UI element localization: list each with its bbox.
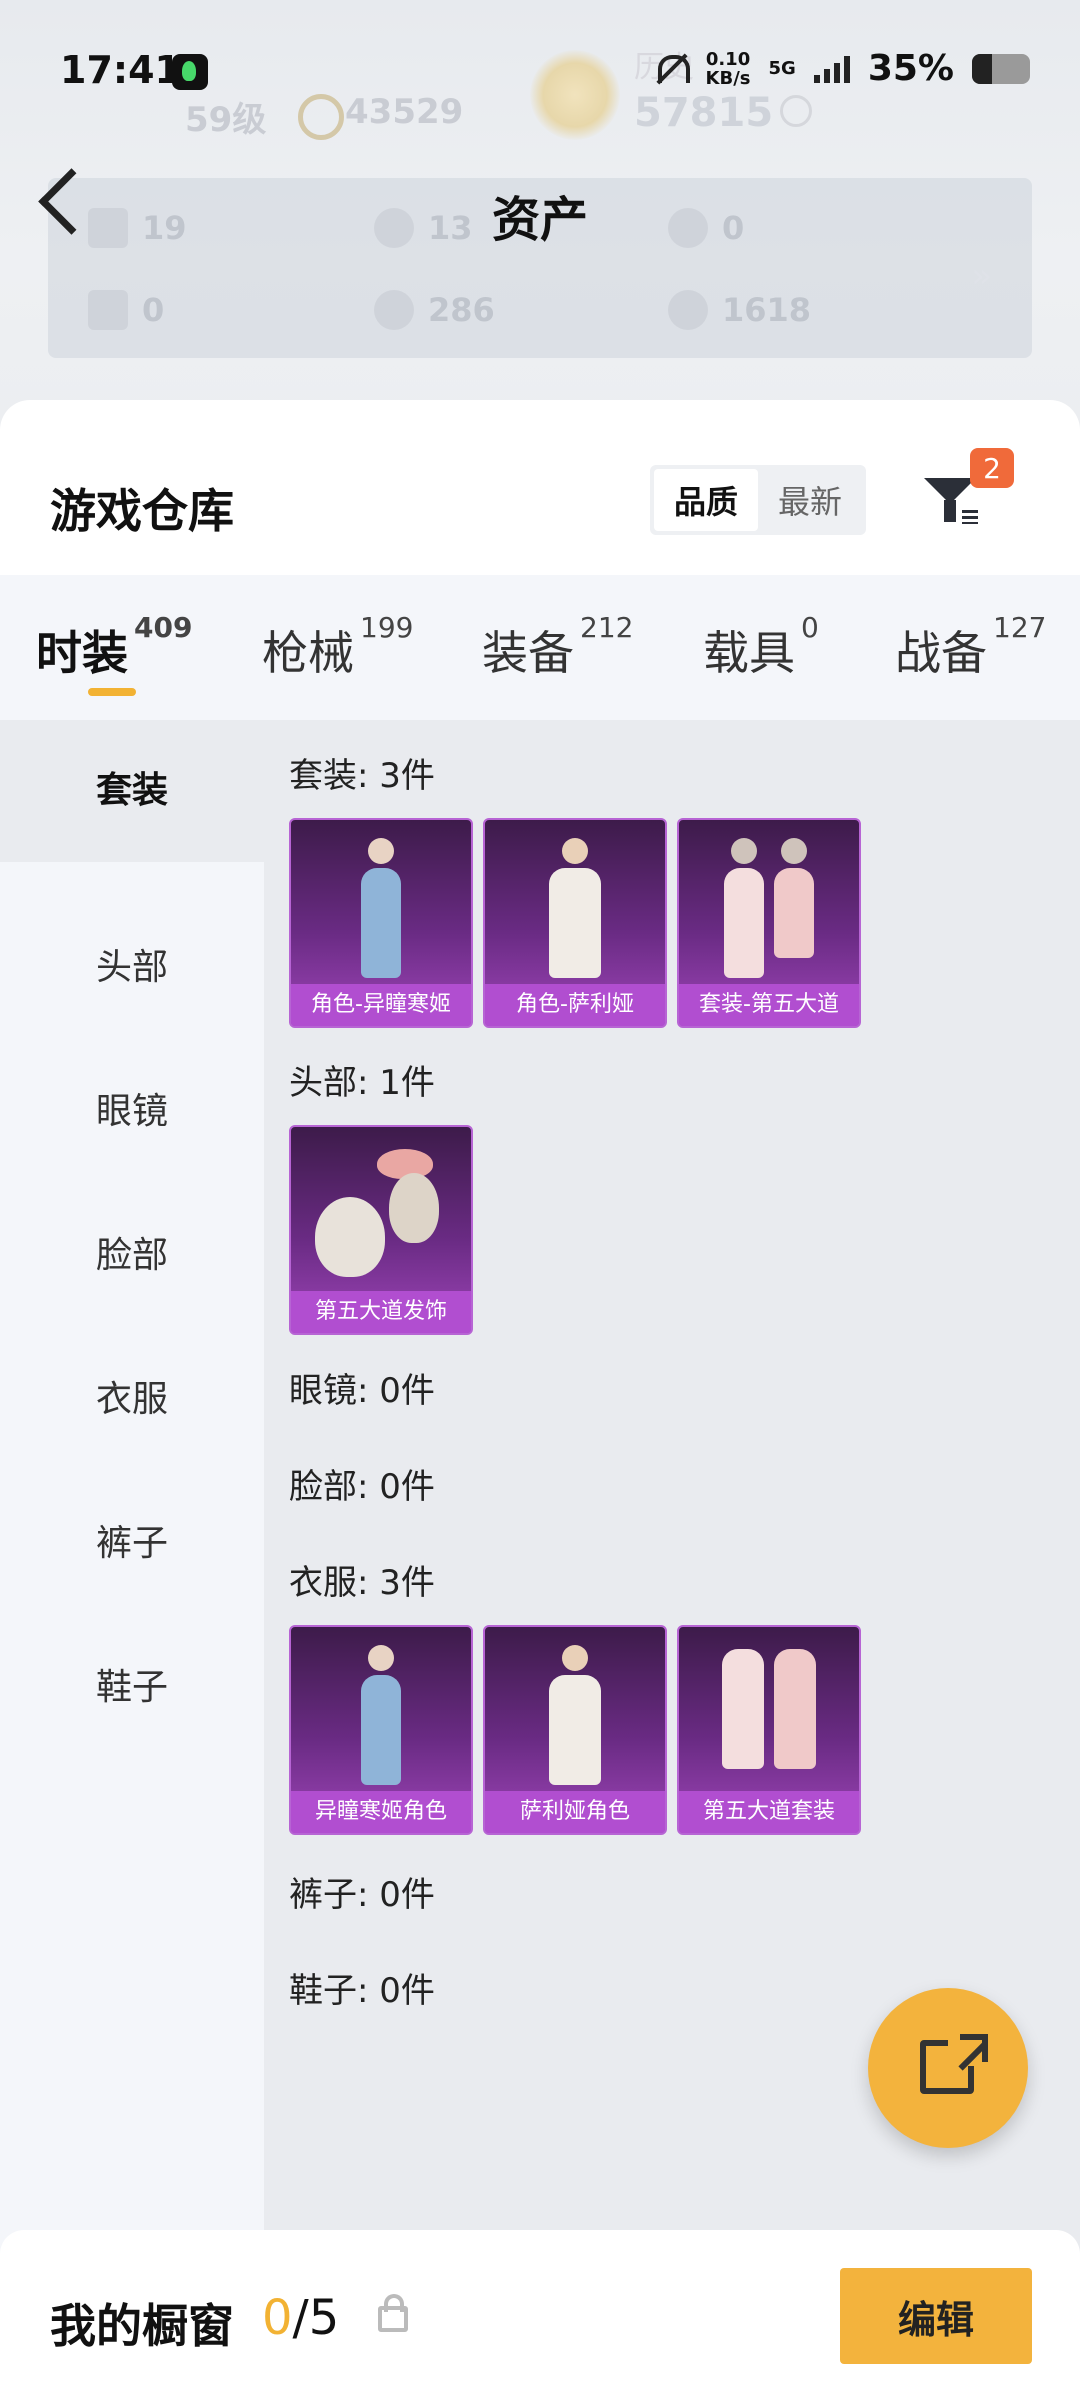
bronze-coin-icon [668, 290, 708, 330]
signal-icon [813, 55, 850, 83]
item-card-label: 第五大道套装 [679, 1791, 859, 1833]
showcase-bar: 我的橱窗 0/5 编辑 [0, 2230, 1080, 2400]
asset-value: 0 [142, 291, 165, 329]
asset-item: 1618 [668, 290, 811, 330]
status-bar: 17:41 0.10 KB/s 5G 35% [0, 40, 1080, 110]
character-figure-icon [549, 1645, 601, 1785]
category-tabs: 时装 409 枪械 199 装备 212 载具 0 战备 127 [0, 575, 1080, 720]
item-card-label: 第五大道发饰 [291, 1291, 471, 1333]
battery-fill [972, 53, 993, 84]
sort-toggle: 品质 最新 [650, 465, 866, 535]
app-notification-icon [172, 54, 208, 90]
category-sidebar: 套装 头部 眼镜 脸部 衣服 裤子 鞋子 [0, 720, 264, 2270]
tab-label: 战备 [895, 626, 987, 680]
active-tab-indicator [88, 688, 136, 696]
network-speed-value: 0.10 [705, 48, 751, 70]
page-title: 资产 [491, 192, 588, 248]
item-card-label: 角色-萨利娅 [485, 984, 665, 1026]
silver-coin-icon [374, 290, 414, 330]
top-header: 59级 43529 历史 57815 17:41 0.10 KB/s 5G 35… [0, 0, 1080, 430]
hair-icon [315, 1197, 385, 1277]
showcase-total: /5 [292, 2290, 340, 2346]
asset-value: 1618 [722, 291, 812, 329]
character-figure-icon [361, 1645, 401, 1785]
tab-vehicles[interactable]: 载具 0 [703, 611, 819, 683]
item-card-label: 萨利娅角色 [485, 1791, 665, 1833]
tab-label: 装备 [482, 626, 574, 680]
asset-item: 0 [88, 290, 164, 330]
share-arrow-head [960, 2034, 988, 2062]
tab-count: 0 [801, 611, 819, 644]
network-type: 5G [768, 57, 796, 79]
outfit-set-icon [722, 1645, 816, 1769]
battery-icon [972, 53, 1030, 84]
sidebar-item-head[interactable]: 头部 [0, 938, 264, 990]
tab-count: 212 [580, 611, 634, 644]
sort-option-newest[interactable]: 最新 [758, 469, 862, 531]
outfit-set-icon [724, 838, 814, 978]
tab-label: 时装 [36, 626, 128, 680]
item-card-label: 角色-异瞳寒姬 [291, 984, 471, 1026]
tab-supplies[interactable]: 战备 127 [895, 611, 1046, 683]
mute-bell-icon [652, 51, 690, 87]
item-card[interactable]: 角色-异瞳寒姬 [289, 818, 473, 1028]
sidebar-item-shoes[interactable]: 鞋子 [0, 1658, 264, 1710]
showcase-current: 0 [262, 2290, 293, 2346]
sidebar-item-face[interactable]: 脸部 [0, 1226, 264, 1278]
character-figure-icon [361, 838, 401, 978]
double-chevron-right-icon[interactable]: » [971, 256, 992, 296]
status-indicators: 0.10 KB/s 5G 35% [652, 48, 1030, 89]
filter-count-badge: 2 [970, 448, 1014, 488]
tab-count: 127 [993, 611, 1047, 644]
item-card[interactable]: 异瞳寒姬角色 [289, 1625, 473, 1835]
section-title-shoes: 鞋子: 0件 [289, 1971, 435, 2011]
section-title-outfit: 套装: 3件 [289, 756, 435, 796]
tab-label: 载具 [703, 626, 795, 680]
item-card[interactable]: 套装-第五大道 [677, 818, 861, 1028]
item-card[interactable]: 第五大道发饰 [289, 1125, 473, 1335]
tab-equipment[interactable]: 装备 212 [482, 611, 633, 683]
sidebar-item-clothes[interactable]: 衣服 [0, 1370, 264, 1422]
network-speed: 0.10 KB/s [706, 50, 751, 88]
lock-icon [378, 2294, 408, 2332]
voucher-icon [88, 290, 128, 330]
asset-value: 286 [428, 291, 495, 329]
tab-guns[interactable]: 枪械 199 [262, 611, 413, 683]
sort-option-quality[interactable]: 品质 [654, 469, 758, 531]
section-title-head: 头部: 1件 [289, 1063, 435, 1103]
item-card[interactable]: 萨利娅角色 [483, 1625, 667, 1835]
tab-fashion[interactable]: 时装 409 [36, 611, 192, 683]
sidebar-item-pants[interactable]: 裤子 [0, 1514, 264, 1566]
asset-item: 286 [374, 290, 495, 330]
edit-button[interactable]: 编辑 [840, 2268, 1032, 2364]
section-title-pants: 裤子: 0件 [289, 1875, 435, 1915]
status-time: 17:41 [60, 48, 181, 92]
item-card-label: 套装-第五大道 [679, 984, 859, 1026]
hair-icon [389, 1173, 439, 1243]
network-speed-unit: KB/s [705, 67, 751, 89]
tab-count: 409 [134, 611, 193, 644]
character-figure-icon [549, 838, 601, 978]
warehouse-title: 游戏仓库 [50, 484, 234, 538]
sidebar-item-outfit[interactable]: 套装 [0, 720, 264, 862]
battery-percent: 35% [867, 48, 954, 89]
showcase-count: 0/5 [262, 2290, 339, 2346]
share-button[interactable] [868, 1988, 1028, 2148]
section-title-clothes: 衣服: 3件 [289, 1563, 435, 1603]
item-card[interactable]: 第五大道套装 [677, 1625, 861, 1835]
section-title-glasses: 眼镜: 0件 [289, 1371, 435, 1411]
sidebar-item-glasses[interactable]: 眼镜 [0, 1082, 264, 1134]
section-title-face: 脸部: 0件 [289, 1467, 435, 1507]
tab-count: 199 [360, 611, 414, 644]
showcase-label: 我的橱窗 [50, 2299, 234, 2353]
item-card[interactable]: 角色-萨利娅 [483, 818, 667, 1028]
tab-label: 枪械 [262, 626, 354, 680]
item-card-label: 异瞳寒姬角色 [291, 1791, 471, 1833]
